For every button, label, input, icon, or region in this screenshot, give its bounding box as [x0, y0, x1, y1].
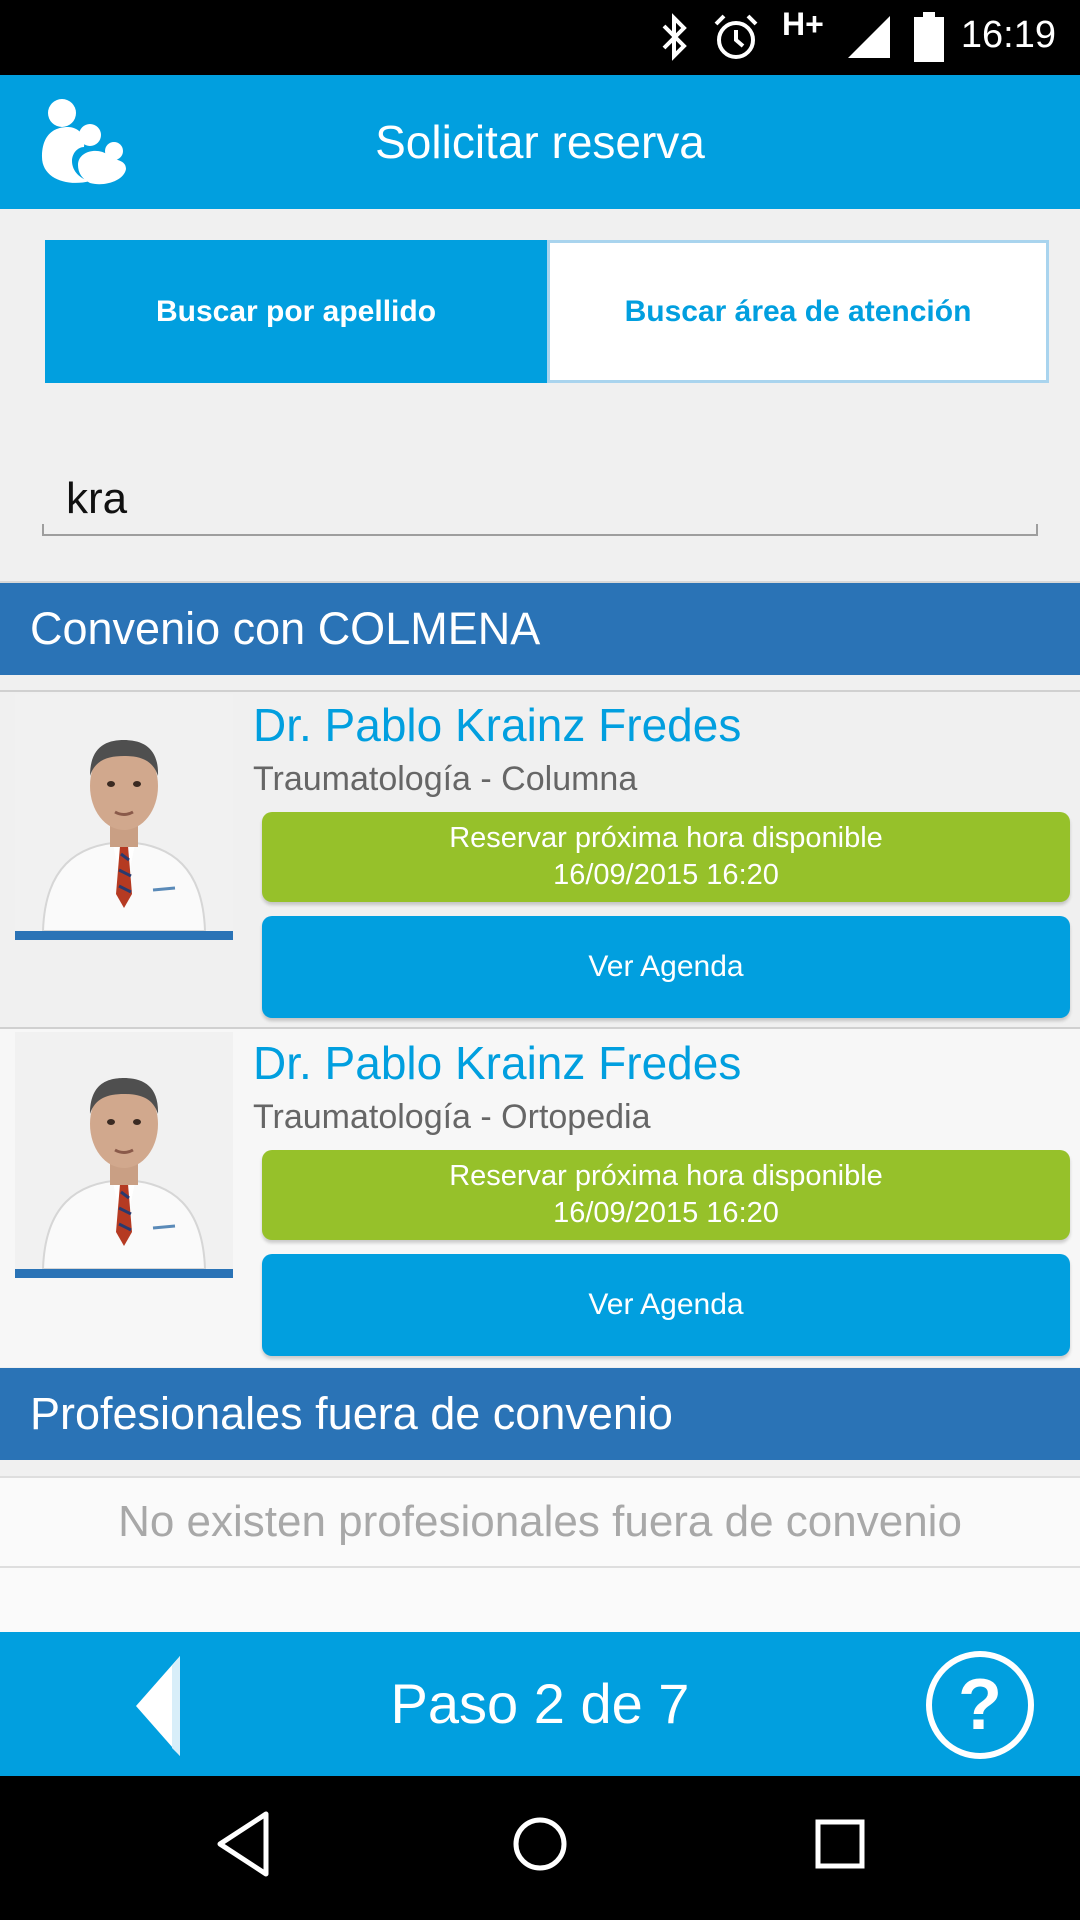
book-next-slot-button[interactable]: Reservar próxima hora disponible 16/09/2… [262, 812, 1070, 902]
nav-home-icon[interactable] [510, 1806, 570, 1882]
book-button-datetime: 16/09/2015 16:20 [553, 1197, 779, 1229]
doctor-specialty: Traumatología - Ortopedia [253, 1098, 651, 1136]
book-button-datetime: 16/09/2015 16:20 [553, 859, 779, 891]
step-indicator: Paso 2 de 7 [390, 1672, 690, 1735]
page-title: Solicitar reserva [375, 116, 705, 168]
doctor-name: Dr. Pablo Krainz Fredes [253, 1037, 742, 1089]
view-agenda-button[interactable]: Ver Agenda [262, 1254, 1070, 1356]
search-underline [42, 524, 1038, 536]
doctor-portrait-image [15, 694, 233, 931]
doctor-photo[interactable] [15, 1032, 233, 1278]
section-header-agreement: Convenio con COLMENA [0, 583, 1080, 675]
battery-icon [914, 12, 944, 62]
signal-icon [848, 16, 890, 58]
tab-label: Buscar área de atención [624, 294, 972, 328]
book-button-label: Reservar próxima hora disponible [449, 822, 883, 854]
app-bar: Solicitar reserva [0, 75, 1080, 209]
status-bar: H+ 16:19 [0, 0, 1080, 75]
doctor-specialty: Traumatología - Columna [253, 760, 638, 798]
bluetooth-icon [662, 13, 687, 61]
step-footer: Paso 2 de 7 ? [0, 1632, 1080, 1776]
help-icon[interactable]: ? [924, 1649, 1036, 1761]
network-type-label: H+ [782, 6, 824, 42]
tab-search-by-area[interactable]: Buscar área de atención [547, 240, 1049, 383]
system-nav-bar [0, 1776, 1080, 1920]
nav-recents-icon[interactable] [810, 1806, 870, 1882]
svg-text:?: ? [958, 1665, 1002, 1745]
agenda-button-label: Ver Agenda [588, 1288, 744, 1321]
book-button-label: Reservar próxima hora disponible [449, 1160, 883, 1192]
section-header-no-agreement: Profesionales fuera de convenio [0, 1368, 1080, 1460]
clock: 16:19 [960, 14, 1056, 56]
alarm-icon [714, 14, 758, 59]
list-end-spacer [0, 1568, 1080, 1632]
view-agenda-button[interactable]: Ver Agenda [262, 916, 1070, 1018]
doctor-portrait-image [15, 1032, 233, 1269]
empty-state-message: No existen profesionales fuera de conven… [118, 1497, 962, 1546]
tab-label: Buscar por apellido [155, 294, 437, 328]
nav-back-icon[interactable] [212, 1806, 272, 1882]
tab-search-by-lastname[interactable]: Buscar por apellido [45, 240, 547, 383]
doctor-photo[interactable] [15, 694, 233, 940]
agenda-button-label: Ver Agenda [588, 950, 744, 983]
search-input[interactable] [42, 460, 1038, 538]
book-next-slot-button[interactable]: Reservar próxima hora disponible 16/09/2… [262, 1150, 1070, 1240]
doctor-name: Dr. Pablo Krainz Fredes [253, 699, 742, 751]
